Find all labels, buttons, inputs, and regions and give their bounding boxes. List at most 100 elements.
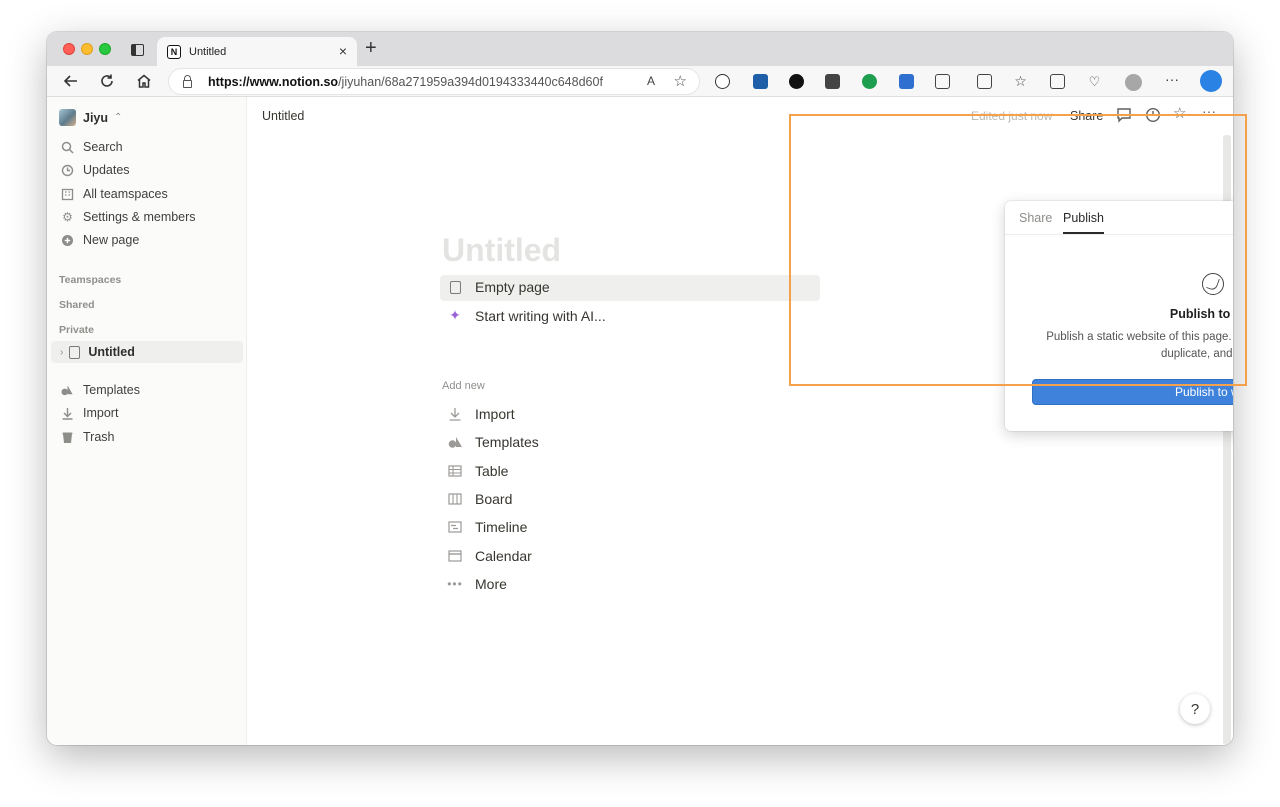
sidebar-item-trash[interactable]: Trash	[61, 427, 115, 447]
option-label: Calendar	[475, 548, 532, 564]
building-icon	[61, 188, 74, 201]
address-bar[interactable]: https://www.notion.so/jiyuhan/68a271959a…	[168, 68, 700, 95]
sidebar-item-search[interactable]: Search	[61, 137, 123, 157]
section-private[interactable]: Private	[59, 324, 94, 336]
option-label: Table	[475, 463, 509, 479]
workspace-avatar	[59, 109, 76, 126]
table-icon	[447, 465, 463, 477]
back-icon[interactable]	[63, 73, 79, 89]
sidebar-page-label: Untitled	[88, 345, 135, 359]
extension-m-icon[interactable]	[715, 74, 730, 89]
sidebar-item-label: All teamspaces	[83, 187, 168, 201]
sidebar-item-label: Trash	[83, 430, 115, 444]
sidebar-page-row[interactable]: › Untitled	[60, 342, 135, 362]
extension-translate-icon[interactable]	[899, 74, 914, 89]
zoom-window-button[interactable]	[99, 43, 111, 55]
calendar-icon	[447, 550, 463, 562]
profile-avatar-icon[interactable]	[1125, 74, 1142, 91]
split-screen-icon[interactable]	[977, 74, 992, 89]
sidebar-item-label: Import	[83, 406, 119, 420]
section-shared[interactable]: Shared	[59, 299, 95, 311]
section-teamspaces[interactable]: Teamspaces	[59, 274, 121, 286]
favorite-star-icon[interactable]: ☆	[674, 72, 687, 90]
plus-circle-icon	[61, 234, 74, 247]
lock-icon[interactable]	[183, 74, 192, 88]
board-icon	[447, 493, 463, 505]
sidebar-item-label: Updates	[83, 163, 130, 177]
reload-icon[interactable]	[99, 73, 115, 89]
browser-toolbar: https://www.notion.so/jiyuhan/68a271959a…	[47, 66, 1233, 97]
trash-icon	[61, 431, 74, 444]
add-new-import[interactable]: Import	[447, 406, 515, 422]
new-tab-button[interactable]: +	[365, 38, 377, 58]
minimize-window-button[interactable]	[81, 43, 93, 55]
search-icon	[61, 141, 74, 154]
sidebar-item-label: Settings & members	[83, 210, 196, 224]
workspace-name: Jiyu	[83, 110, 109, 125]
url-text[interactable]: https://www.notion.so/jiyuhan/68a271959a…	[208, 75, 603, 89]
sidebar-item-updates[interactable]: Updates	[61, 160, 130, 180]
option-label: Templates	[475, 434, 539, 450]
sidebar-item-import[interactable]: Import	[61, 403, 118, 423]
option-label: Empty page	[475, 279, 550, 295]
extension-quote-icon[interactable]	[862, 74, 877, 89]
clock-icon	[61, 164, 74, 177]
read-aloud-icon[interactable]: A	[647, 74, 655, 88]
sidebar-item-label: New page	[83, 233, 140, 247]
option-label: Start writing with AI...	[475, 307, 606, 324]
more-icon: •••	[447, 577, 463, 591]
extension-shield-icon[interactable]	[789, 74, 804, 89]
chevron-updown-icon: ⌃	[114, 112, 123, 123]
sidebar-item-settings[interactable]: ⚙ Settings & members	[61, 207, 196, 227]
chevron-right-icon[interactable]: ›	[60, 347, 63, 358]
option-start-writing-ai[interactable]: ✦ Start writing with AI...	[447, 307, 606, 324]
option-label: More	[475, 576, 507, 592]
sidebar-item-label: Search	[83, 140, 123, 154]
add-new-templates[interactable]: Templates	[447, 434, 539, 450]
add-new-calendar[interactable]: Calendar	[447, 548, 532, 564]
extensions-puzzle-icon[interactable]	[935, 74, 950, 89]
collections-icon[interactable]	[1050, 74, 1065, 89]
sparkle-icon: ✦	[449, 307, 461, 323]
bing-copilot-icon[interactable]	[1200, 70, 1222, 92]
shapes-icon	[447, 436, 463, 449]
option-label: Timeline	[475, 519, 528, 535]
page-title-placeholder[interactable]: Untitled	[442, 232, 561, 269]
tab-bar: N Untitled × +	[47, 32, 1233, 66]
option-label: Import	[475, 406, 515, 422]
sidebar-toggle-icon[interactable]	[131, 44, 144, 56]
timeline-icon	[447, 521, 463, 533]
browser-essentials-icon[interactable]: ♡	[1087, 74, 1102, 89]
workspace-switcher[interactable]: Jiyu ⌃	[59, 109, 122, 126]
page-icon	[447, 280, 463, 294]
notion-sidebar: Jiyu ⌃ Search Updates All teamspaces ⚙ S…	[47, 97, 247, 745]
gear-icon: ⚙	[62, 210, 73, 224]
browser-tab[interactable]: N Untitled ×	[157, 37, 357, 66]
extension-badge-icon[interactable]	[753, 74, 768, 89]
tab-title: Untitled	[189, 45, 227, 58]
download-icon	[447, 407, 463, 421]
option-empty-page[interactable]: Empty page	[447, 279, 550, 295]
more-menu-icon[interactable]: ···	[1165, 69, 1179, 89]
sidebar-item-new-page[interactable]: New page	[61, 230, 139, 250]
add-new-timeline[interactable]: Timeline	[447, 519, 527, 535]
annotation-highlight-box	[789, 114, 1247, 386]
tab-close-button[interactable]: ×	[339, 43, 347, 59]
sidebar-item-templates[interactable]: Templates	[61, 380, 140, 400]
add-new-heading: Add new	[442, 380, 485, 392]
download-icon	[61, 407, 74, 420]
add-new-more[interactable]: ••• More	[447, 576, 507, 592]
shapes-icon	[61, 384, 74, 397]
extension-pen-icon[interactable]	[825, 74, 840, 89]
add-new-table[interactable]: Table	[447, 463, 508, 479]
home-icon[interactable]	[136, 73, 152, 89]
breadcrumb[interactable]: Untitled	[262, 109, 304, 123]
close-window-button[interactable]	[63, 43, 75, 55]
help-button[interactable]: ?	[1180, 694, 1210, 724]
favorites-icon[interactable]: ☆	[1013, 73, 1028, 89]
add-new-board[interactable]: Board	[447, 491, 512, 507]
page-icon	[69, 345, 81, 359]
notion-logo-icon: N	[167, 44, 181, 59]
option-label: Board	[475, 491, 513, 507]
sidebar-item-all-teamspaces[interactable]: All teamspaces	[61, 184, 168, 204]
